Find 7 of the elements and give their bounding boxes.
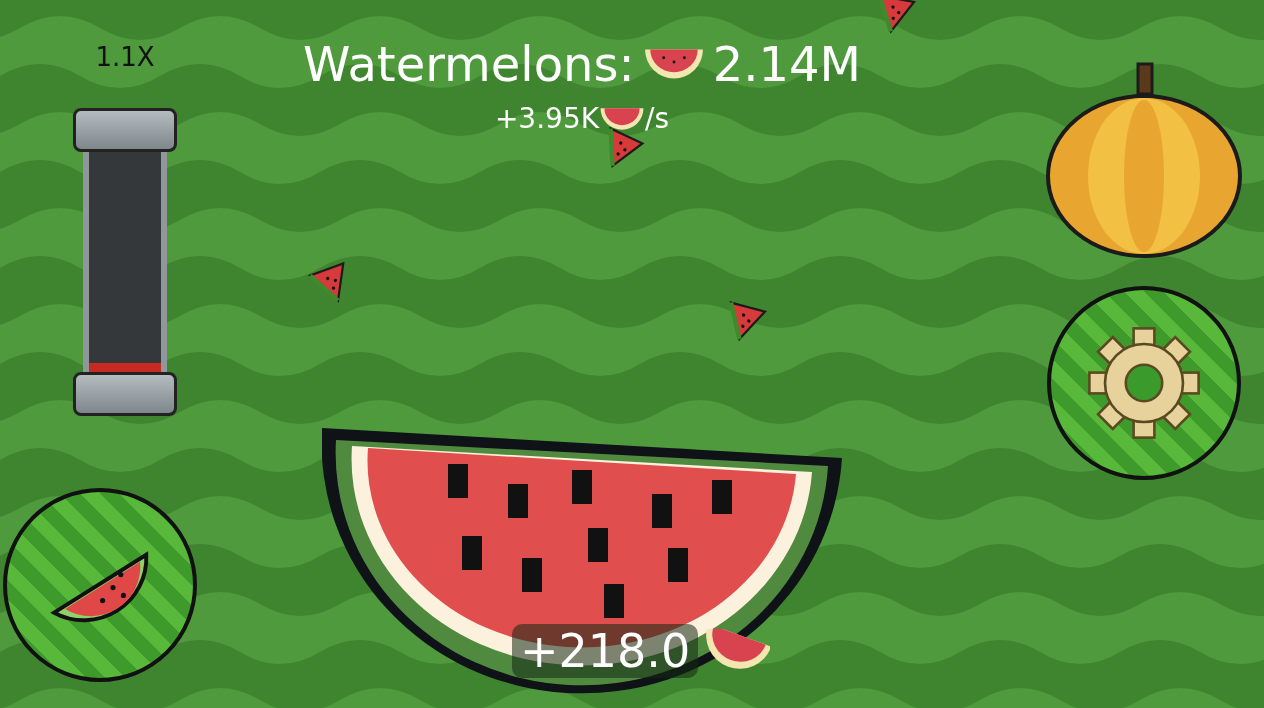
- watermelons-label: Watermelons:: [303, 36, 635, 92]
- rate-value: +3.95K: [494, 102, 600, 135]
- watermelons-count: 2.14M: [712, 36, 861, 92]
- multiplier-label: 1.1X: [95, 42, 155, 72]
- click-gain-popup: +218.0: [512, 624, 699, 678]
- rate-unit: /s: [645, 102, 670, 135]
- golden-pumpkin-icon[interactable]: [1044, 60, 1244, 260]
